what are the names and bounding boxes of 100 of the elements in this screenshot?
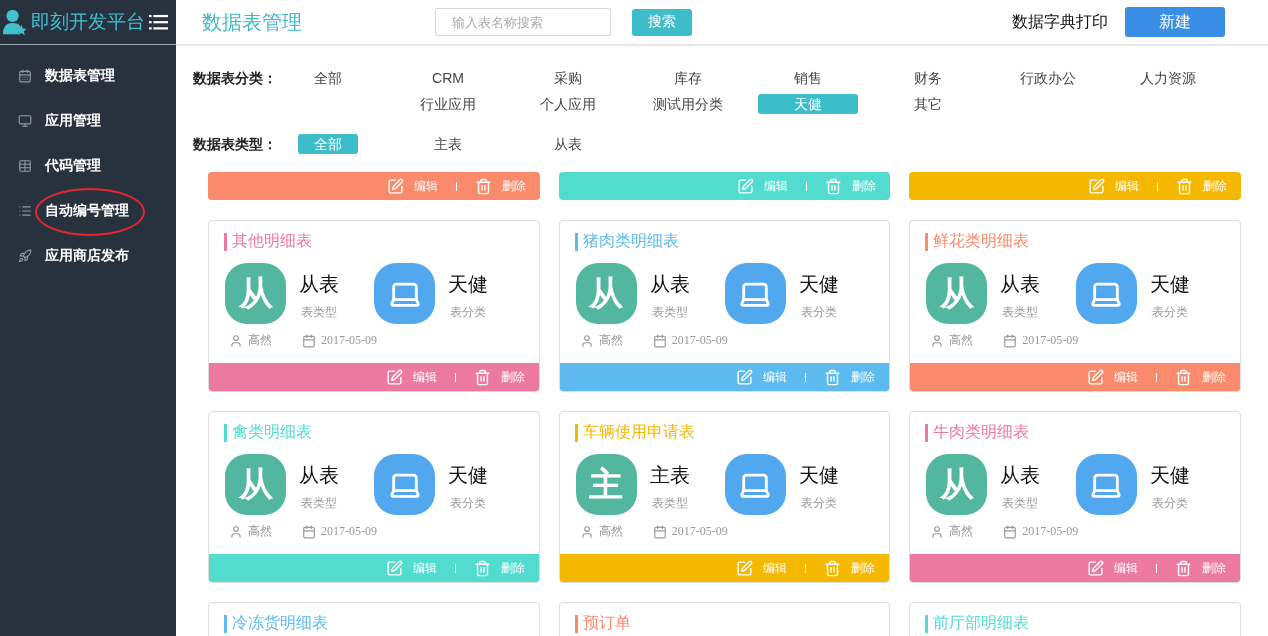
sidebar-item[interactable]: 自动编号管理 (0, 188, 176, 233)
calendar-icon (652, 524, 667, 539)
delete-button[interactable]: 删除 (820, 559, 880, 577)
accent-bar (574, 423, 578, 442)
edit-icon (736, 368, 754, 386)
card-title: 车辆使用申请表 (582, 422, 695, 442)
category-option[interactable]: 人力资源 (1118, 68, 1218, 88)
trash-icon (1176, 177, 1193, 195)
author-name: 高然 (248, 332, 272, 349)
user-icon (229, 524, 243, 539)
calendar-icon (1003, 524, 1018, 539)
trash-icon (473, 559, 491, 577)
category-option[interactable]: 其它 (878, 94, 978, 114)
table-type-caption: 表类型 (651, 304, 688, 321)
user-icon (930, 333, 945, 348)
print-dictionary-link[interactable]: 数据字典打印 (1012, 11, 1108, 33)
edit-button[interactable]: 编辑 (1083, 559, 1142, 577)
trash-icon (824, 559, 842, 577)
calendar-icon (302, 333, 316, 348)
laptop-icon (725, 454, 786, 515)
category-option[interactable]: 个人应用 (518, 94, 618, 114)
delete-button[interactable]: 删除 (1172, 177, 1231, 195)
edit-icon (736, 559, 754, 577)
sidebar-item[interactable]: 数据表管理 (0, 53, 176, 98)
table-category: 天健 (1149, 272, 1190, 297)
sidebar-item[interactable]: 代码管理 (0, 143, 176, 188)
table-category-caption: 表分类 (801, 304, 837, 321)
app-title: 即刻开发平台 (30, 10, 145, 34)
category-option[interactable]: 测试用分类 (638, 94, 738, 114)
author-name: 高然 (248, 523, 272, 540)
type-option[interactable]: 主表 (418, 134, 478, 154)
edit-icon (1088, 177, 1105, 195)
menu-icon[interactable] (148, 13, 168, 31)
edit-button[interactable]: 编辑 (1084, 177, 1143, 195)
delete-button[interactable]: 删除 (470, 177, 530, 195)
table-type: 从表 (299, 272, 339, 297)
card-title: 牛肉类明细表 (933, 422, 1030, 442)
table-category-caption: 表分类 (801, 495, 837, 512)
list-icon (18, 203, 32, 218)
calendar-icon (652, 333, 667, 348)
sidebar-item[interactable]: 应用商店发布 (0, 233, 176, 278)
category-option[interactable]: 天健 (758, 94, 858, 114)
author-name: 高然 (598, 332, 623, 349)
table-type-badge: 从 (225, 454, 286, 515)
delete-button[interactable]: 删除 (1171, 559, 1230, 577)
category-option[interactable]: 采购 (518, 68, 618, 88)
edit-icon (737, 177, 755, 195)
category-option[interactable]: CRM (398, 68, 498, 88)
edit-button[interactable]: 编辑 (1083, 368, 1142, 386)
calendar-icon (18, 68, 32, 83)
accent-bar (224, 232, 227, 251)
sidebar-item[interactable]: 应用管理 (0, 98, 176, 143)
table-type-badge: 从 (575, 263, 637, 324)
laptop-icon (374, 263, 436, 324)
table-type-caption: 表类型 (301, 304, 337, 321)
category-option[interactable]: 行政办公 (998, 68, 1098, 88)
laptop-icon (725, 263, 786, 324)
delete-button[interactable]: 删除 (469, 368, 529, 386)
category-option[interactable]: 财务 (878, 68, 978, 88)
search-button[interactable]: 搜索 (632, 8, 692, 36)
user-icon (930, 524, 945, 539)
edit-button[interactable]: 编辑 (381, 368, 441, 386)
edit-button[interactable]: 编辑 (382, 177, 442, 195)
category-option[interactable]: 销售 (758, 68, 858, 88)
table-type-badge: 从 (926, 263, 988, 324)
table-type-caption: 表类型 (651, 495, 688, 512)
created-date: 2017-05-09 (321, 524, 377, 539)
calendar-icon (1003, 333, 1018, 348)
category-option[interactable]: 全部 (298, 68, 358, 88)
type-option[interactable]: 全部 (298, 134, 358, 154)
table-type-caption: 表类型 (1002, 304, 1039, 321)
new-button[interactable]: 新建 (1125, 7, 1225, 37)
edit-icon (386, 177, 404, 195)
page-title: 数据表管理 (202, 9, 303, 35)
table-type-badge: 主 (575, 454, 637, 515)
delete-button[interactable]: 删除 (1171, 368, 1230, 386)
delete-button[interactable]: 删除 (820, 368, 880, 386)
accent-bar (224, 423, 227, 442)
trash-icon (474, 177, 492, 195)
trash-icon (824, 368, 842, 386)
table-type: 从表 (649, 272, 690, 297)
created-date: 2017-05-09 (1022, 333, 1079, 348)
table-category: 天健 (799, 463, 839, 488)
edit-icon (1087, 559, 1104, 577)
user-icon (229, 333, 243, 348)
card-title: 鲜花类明细表 (933, 231, 1030, 251)
card-title: 猪肉类明细表 (582, 231, 679, 251)
rocket-icon (18, 248, 32, 263)
accent-bar (925, 232, 929, 251)
user-icon (579, 333, 594, 348)
card-title: 冷冻货明细表 (232, 613, 328, 633)
edit-button[interactable]: 编辑 (732, 559, 792, 577)
category-option[interactable]: 行业应用 (398, 94, 498, 114)
edit-button[interactable]: 编辑 (732, 368, 792, 386)
table-category: 天健 (799, 272, 839, 297)
type-option[interactable]: 从表 (538, 134, 598, 154)
card-title: 前厅部明细表 (933, 613, 1030, 633)
search-field[interactable]: 输入表名称搜索 (435, 8, 611, 36)
category-option[interactable]: 库存 (638, 68, 738, 88)
table-type: 主表 (649, 463, 690, 488)
